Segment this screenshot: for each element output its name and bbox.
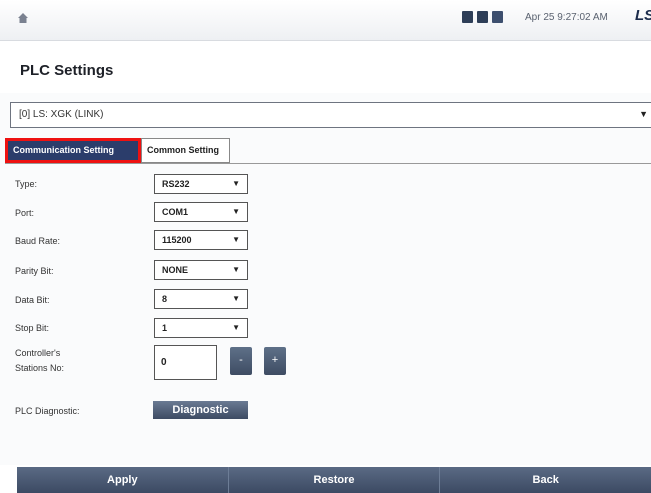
- stop-bit-select[interactable]: 1 ▼: [154, 318, 248, 338]
- parity-bit-label: Parity Bit:: [15, 266, 54, 276]
- type-label: Type:: [15, 179, 38, 189]
- title-area: PLC Settings: [0, 41, 651, 93]
- tab-divider: [5, 163, 651, 164]
- station-label-line2: Stations No:: [15, 363, 65, 373]
- port-label: Port:: [15, 208, 35, 218]
- storage-icon: [477, 11, 488, 23]
- apply-button[interactable]: Apply: [17, 467, 229, 493]
- chevron-down-icon: ▼: [232, 294, 240, 303]
- type-value: RS232: [162, 179, 190, 189]
- brand-logo: LS: [635, 7, 651, 24]
- port-value: COM1: [162, 207, 189, 217]
- station-label-line1: Controller's: [15, 348, 61, 358]
- chevron-down-icon: ▼: [232, 207, 240, 216]
- network-icon: [492, 11, 503, 23]
- bottom-action-bar: Apply Restore Back: [17, 467, 651, 493]
- back-button[interactable]: Back: [440, 467, 651, 493]
- stop-bit-label: Stop Bit:: [15, 323, 50, 333]
- increment-button[interactable]: +: [264, 347, 286, 375]
- chevron-down-icon: ▼: [232, 265, 240, 274]
- data-bit-label: Data Bit:: [15, 295, 50, 305]
- top-bar: Apr 25 9:27:02 AM LS: [0, 0, 651, 41]
- chevron-down-icon: ▼: [232, 323, 240, 332]
- stop-bit-value: 1: [162, 323, 168, 333]
- chevron-down-icon: ▼: [232, 235, 240, 244]
- baud-rate-select[interactable]: 115200 ▼: [154, 230, 248, 250]
- home-icon[interactable]: [17, 11, 29, 25]
- tab-common-setting[interactable]: Common Setting: [141, 138, 230, 163]
- parity-bit-select[interactable]: NONE ▼: [154, 260, 248, 280]
- page-title: PLC Settings: [20, 62, 114, 79]
- plc-select-value: [0] LS: XGK (LINK): [19, 109, 104, 120]
- decrement-button[interactable]: -: [230, 347, 252, 375]
- station-number-value: 0: [161, 357, 167, 368]
- plc-select[interactable]: [0] LS: XGK (LINK) ▼: [10, 102, 651, 128]
- plc-diagnostic-label: PLC Diagnostic:: [15, 406, 80, 416]
- data-bit-value: 8: [162, 294, 168, 304]
- station-number-input[interactable]: 0: [154, 345, 217, 380]
- data-bit-select[interactable]: 8 ▼: [154, 289, 248, 309]
- lock-icon: [462, 11, 473, 23]
- chevron-down-icon: ▼: [639, 109, 648, 119]
- type-select[interactable]: RS232 ▼: [154, 174, 248, 194]
- baud-rate-value: 115200: [162, 235, 192, 245]
- diagnostic-button[interactable]: Diagnostic: [153, 401, 248, 419]
- status-icons: [462, 11, 503, 23]
- parity-bit-value: NONE: [162, 265, 189, 275]
- tab-communication-setting[interactable]: Communication Setting: [5, 138, 141, 163]
- datetime: Apr 25 9:27:02 AM: [525, 12, 608, 23]
- chevron-down-icon: ▼: [232, 179, 240, 188]
- restore-button[interactable]: Restore: [229, 467, 441, 493]
- port-select[interactable]: COM1 ▼: [154, 202, 248, 222]
- baud-rate-label: Baud Rate:: [15, 236, 61, 246]
